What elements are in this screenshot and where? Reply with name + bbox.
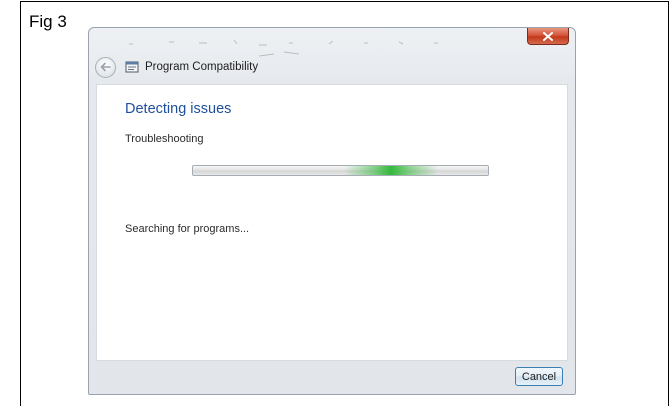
dialog-footer: Cancel [96,361,568,389]
program-compatibility-icon [125,61,139,73]
program-compatibility-window: Program Compatibility Detecting issues T… [88,27,576,395]
status-text: Searching for programs... [125,223,250,235]
progress-bar [192,165,489,176]
page-heading: Detecting issues [125,101,232,117]
window-title: Program Compatibility [145,61,259,73]
step-label: Troubleshooting [125,133,204,145]
close-button[interactable] [527,28,569,45]
close-icon [543,31,553,41]
progress-marquee [344,166,438,175]
navigation-bar: Program Compatibility [95,55,555,79]
content-pane: Detecting issues Troubleshooting Searchi… [96,84,568,361]
figure-label: Fig 3 [29,12,67,31]
cancel-button[interactable]: Cancel [515,367,563,386]
back-button[interactable] [95,56,116,78]
back-arrow-icon [100,62,111,72]
